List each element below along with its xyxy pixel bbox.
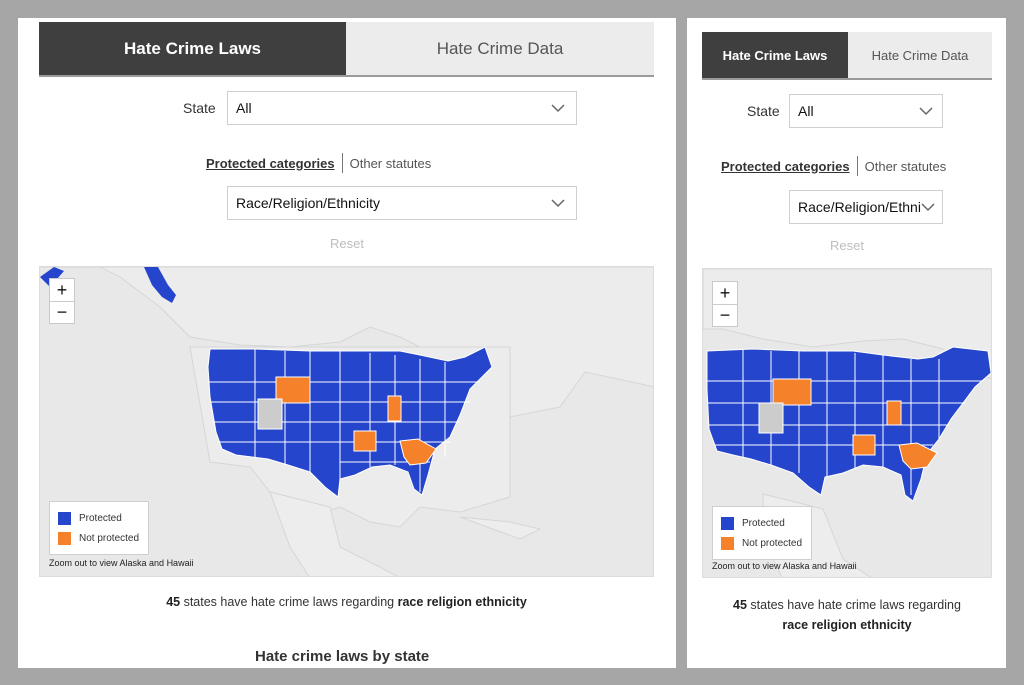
map-legend: Protected Not protected [712,506,812,560]
chevron-down-icon [551,104,565,113]
reset-button[interactable]: Reset [830,238,864,253]
summary-topic: race religion ethnicity [397,595,527,609]
chevron-down-icon [551,199,565,208]
zoom-note: Zoom out to view Alaska and Hawaii [49,558,194,568]
summary-body: states have hate crime laws regarding [183,595,395,609]
state-select[interactable]: All [227,91,577,125]
protected-categories-link[interactable]: Protected categories [721,159,850,174]
tab-bar-mobile: Hate Crime Laws Hate Crime Data [702,32,992,80]
other-statutes-link[interactable]: Other statutes [350,156,432,171]
summary-text: 45 states have hate crime laws regarding… [702,595,992,635]
protected-categories-link[interactable]: Protected categories [206,156,335,171]
divider [856,156,858,176]
zoom-note: Zoom out to view Alaska and Hawaii [712,561,857,571]
state-select-value: All [798,103,814,119]
zoom-controls: + − [49,278,75,324]
summary-count: 45 [166,595,181,609]
zoom-in-button[interactable]: + [713,282,737,304]
tab-bar: Hate Crime Laws Hate Crime Data [39,22,654,77]
divider [341,153,343,173]
legend-not-protected: Not protected [79,532,140,544]
mobile-view-panel: Hate Crime Laws Hate Crime Data State Al… [687,18,1006,668]
reset-button[interactable]: Reset [330,236,364,251]
summary-count: 45 [733,598,747,612]
legend-protected: Protected [742,517,785,529]
tab-hate-crime-data[interactable]: Hate Crime Data [346,22,654,75]
category-select-value: Race/Religion/Ethnicity [236,195,380,211]
not-protected-swatch [721,536,734,550]
protected-swatch [58,511,71,525]
category-select[interactable]: Race/Religion/Ethnicity [227,186,577,220]
summary-topic: race religion ethnicity [782,618,912,632]
us-map[interactable]: + − Protected Not protected Zoom out to … [702,268,992,578]
zoom-controls: + − [712,281,738,327]
tab-hate-crime-laws[interactable]: Hate Crime Laws [39,22,346,75]
us-map[interactable]: + − Protected Not protected Zoom out to … [39,266,654,577]
state-label: State [747,103,780,119]
category-select[interactable]: Race/Religion/Ethni [789,190,943,224]
category-switch: Protected categories Other statutes [206,152,431,174]
category-switch: Protected categories Other statutes [721,155,946,177]
tab-hate-crime-laws[interactable]: Hate Crime Laws [702,32,848,78]
chevron-down-icon [921,203,935,212]
legend-protected: Protected [79,512,122,524]
zoom-out-button[interactable]: − [50,301,74,323]
summary-body: states have hate crime laws regarding [750,598,961,612]
state-select-value: All [236,100,252,116]
other-statutes-link[interactable]: Other statutes [865,159,947,174]
zoom-in-button[interactable]: + [50,279,74,301]
tab-hate-crime-data[interactable]: Hate Crime Data [848,32,992,78]
chevron-down-icon [919,107,933,116]
state-select[interactable]: All [789,94,943,128]
section-title: Hate crime laws by state [255,648,430,665]
state-label: State [183,100,216,116]
map-legend: Protected Not protected [49,501,149,555]
not-protected-swatch [58,531,71,545]
legend-not-protected: Not protected [742,537,803,549]
zoom-out-button[interactable]: − [713,304,737,326]
protected-swatch [721,516,734,530]
desktop-view-panel: Hate Crime Laws Hate Crime Data State Al… [18,18,676,668]
category-select-value: Race/Religion/Ethni [798,199,921,215]
summary-text: 45 states have hate crime laws regarding… [39,595,654,609]
